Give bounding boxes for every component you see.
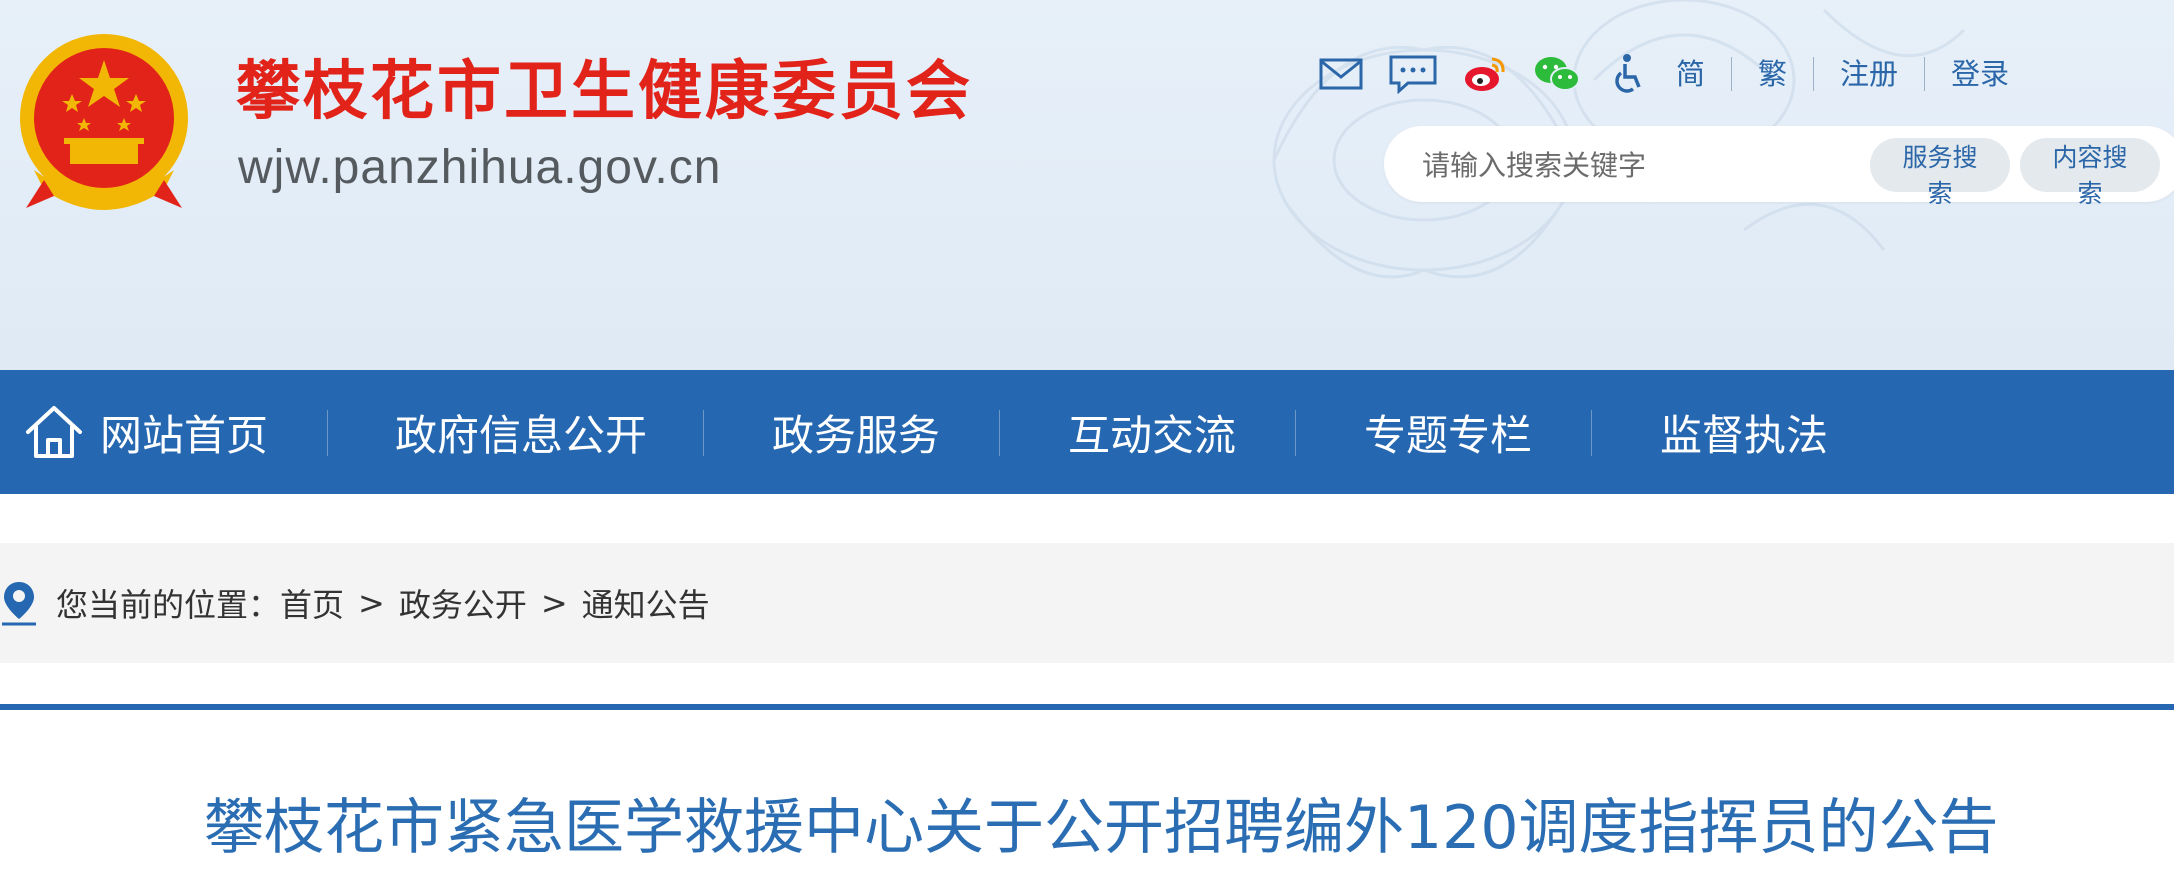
main-nav: 网站首页 政府信息公开 政务服务 互动交流 专题专栏 监督执法 — [0, 370, 2174, 494]
nav-item-label: 网站首页 — [100, 410, 269, 460]
search-input[interactable] — [1420, 140, 1864, 190]
nav-item-gov-services[interactable]: 政务服务 — [772, 370, 940, 494]
site-title: 攀枝花市卫生健康委员会 — [236, 54, 973, 129]
nav-item-gov-info[interactable]: 政府信息公开 — [395, 370, 647, 494]
service-search-button[interactable]: 服务搜索 — [1870, 138, 2010, 208]
mail-icon[interactable] — [1316, 52, 1366, 96]
simplified-chinese-link[interactable]: 简 — [1676, 57, 1731, 91]
breadcrumb-separator: > — [358, 584, 385, 622]
breadcrumb-prefix: 您当前的位置： — [56, 586, 281, 624]
nav-item-special-topics[interactable]: 专题专栏 — [1364, 370, 1532, 494]
nav-item-label: 政务服务 — [772, 410, 941, 460]
wechat-icon[interactable] — [1532, 52, 1582, 96]
search-box: 服务搜索 内容搜索 — [1384, 126, 2174, 208]
top-utility-bar: 简 繁 注册 登录 — [1316, 52, 2035, 96]
section-divider — [0, 704, 2174, 710]
weibo-icon[interactable] — [1460, 52, 1510, 96]
article-title: 攀枝花市紧急医学救援中心关于公开招聘编外120调度指挥员的公告 — [204, 793, 1999, 863]
accessibility-icon[interactable] — [1604, 52, 1654, 96]
nav-divider — [999, 410, 1000, 456]
nav-divider — [327, 410, 328, 456]
message-icon[interactable] — [1388, 52, 1438, 96]
site-domain: wjw.panzhihua.gov.cn — [238, 141, 722, 194]
nav-item-interaction[interactable]: 互动交流 — [1068, 370, 1236, 494]
nav-item-label: 政府信息公开 — [395, 410, 648, 460]
home-icon — [26, 406, 82, 458]
site-header: 攀枝花市卫生健康委员会 wjw.panzhihua.gov.cn 简 繁 注册 … — [0, 0, 2174, 370]
nav-item-label: 互动交流 — [1068, 410, 1237, 460]
nav-item-label: 专题专栏 — [1364, 410, 1533, 460]
breadcrumb: 您当前的位置： 首页 > 政务公开 > 通知公告 — [0, 543, 2174, 663]
location-pin-icon — [0, 579, 38, 627]
breadcrumb-notices-link[interactable]: 通知公告 — [582, 580, 710, 626]
nav-item-home[interactable]: 网站首页 — [24, 370, 268, 494]
nav-divider — [1295, 410, 1296, 456]
nav-item-supervision[interactable]: 监督执法 — [1660, 370, 1828, 494]
breadcrumb-home-link[interactable]: 首页 — [280, 580, 344, 626]
register-link[interactable]: 注册 — [1813, 57, 1924, 91]
breadcrumb-separator: > — [540, 584, 568, 622]
content-search-button[interactable]: 内容搜索 — [2020, 138, 2160, 208]
nav-divider — [703, 410, 704, 456]
breadcrumb-gov-affairs-link[interactable]: 政务公开 — [399, 580, 527, 626]
national-emblem-logo — [20, 34, 188, 210]
traditional-chinese-link[interactable]: 繁 — [1731, 57, 1813, 91]
nav-divider — [1591, 410, 1592, 456]
nav-item-label: 监督执法 — [1660, 410, 1829, 460]
login-link[interactable]: 登录 — [1924, 57, 2035, 91]
